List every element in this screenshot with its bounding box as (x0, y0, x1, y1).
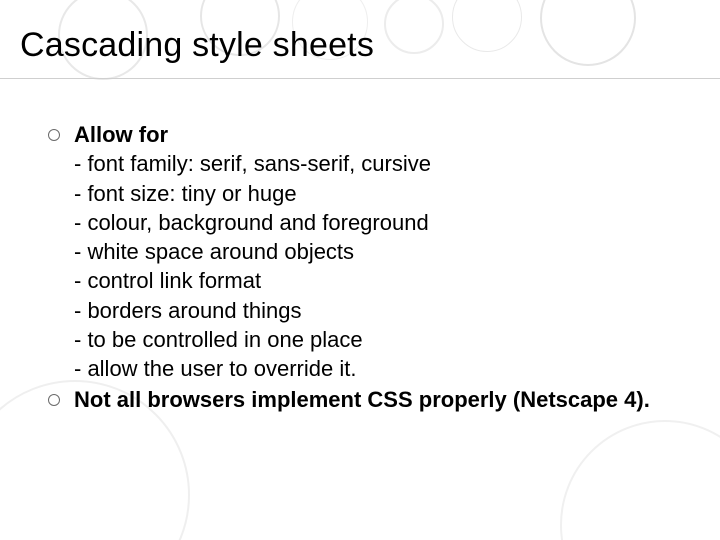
list-item-text: Not all browsers implement CSS properly … (74, 385, 688, 414)
title-underline (0, 78, 720, 79)
list-subline: - font family: serif, sans-serif, cursiv… (74, 149, 688, 178)
list-item-text: Allow for - font family: serif, sans-ser… (74, 120, 688, 383)
list-subline: - colour, background and foreground (74, 208, 688, 237)
list-subline: - control link format (74, 266, 688, 295)
slide: Cascading style sheets Allow for - font … (0, 0, 720, 540)
list-item-lead: Allow for (74, 122, 168, 147)
list-item: Allow for - font family: serif, sans-ser… (48, 120, 688, 383)
list-item: Not all browsers implement CSS properly … (48, 385, 688, 414)
list-subline: - font size: tiny or huge (74, 179, 688, 208)
list-subline: - white space around objects (74, 237, 688, 266)
bullet-icon (48, 394, 60, 406)
circle-icon (560, 420, 720, 540)
list-item-lead: Not all browsers implement CSS properly … (74, 387, 650, 412)
list-subline: - to be controlled in one place (74, 325, 688, 354)
list-subline: - allow the user to override it. (74, 354, 688, 383)
circle-icon (452, 0, 522, 52)
circle-icon (540, 0, 636, 66)
bullet-icon (48, 129, 60, 141)
slide-body: Allow for - font family: serif, sans-ser… (48, 120, 688, 417)
list-subline: - borders around things (74, 296, 688, 325)
circle-icon (384, 0, 444, 54)
slide-title: Cascading style sheets (20, 26, 374, 65)
